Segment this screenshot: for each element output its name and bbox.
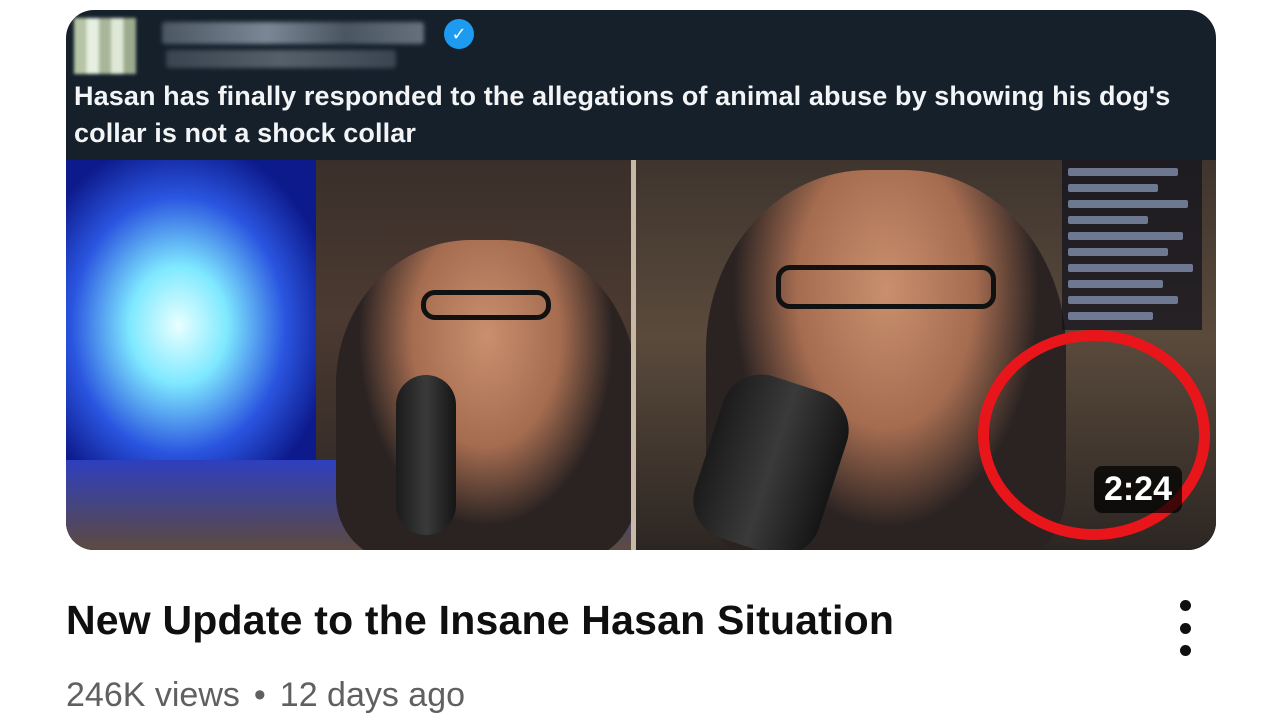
tweet-handle-blurred [166,50,396,68]
tweet-text: Hasan has finally responded to the alleg… [74,81,1171,148]
neon-dog-graphic [66,160,316,460]
menu-dot [1179,645,1191,656]
stream-chat-overlay [1062,160,1202,330]
tweet-screenshot: ✓ Hasan has finally responded to the all… [66,10,1216,160]
stream-frame-left [66,160,631,550]
thumbnail-image: 2:24 [66,160,1216,550]
menu-dot [1179,622,1191,634]
streamer-figure [336,240,631,550]
glasses-shape [421,290,551,320]
video-thumbnail[interactable]: ✓ Hasan has finally responded to the all… [66,10,1216,550]
video-metadata: 246K views • 12 days ago [66,676,465,715]
menu-dot [1179,600,1191,611]
upload-age: 12 days ago [279,676,466,714]
meta-separator: • [253,676,266,714]
duration-badge: 2:24 [1093,466,1182,513]
glasses-shape [776,265,996,309]
tweet-username-blurred [162,22,424,44]
tweet-avatar-blurred [74,18,136,74]
view-count: 246K views [66,676,240,714]
verified-badge-icon: ✓ [444,19,474,49]
more-vert-icon[interactable] [1170,600,1200,656]
video-title[interactable]: New Update to the Insane Hasan Situation [66,597,894,644]
microphone-shape [396,375,456,535]
